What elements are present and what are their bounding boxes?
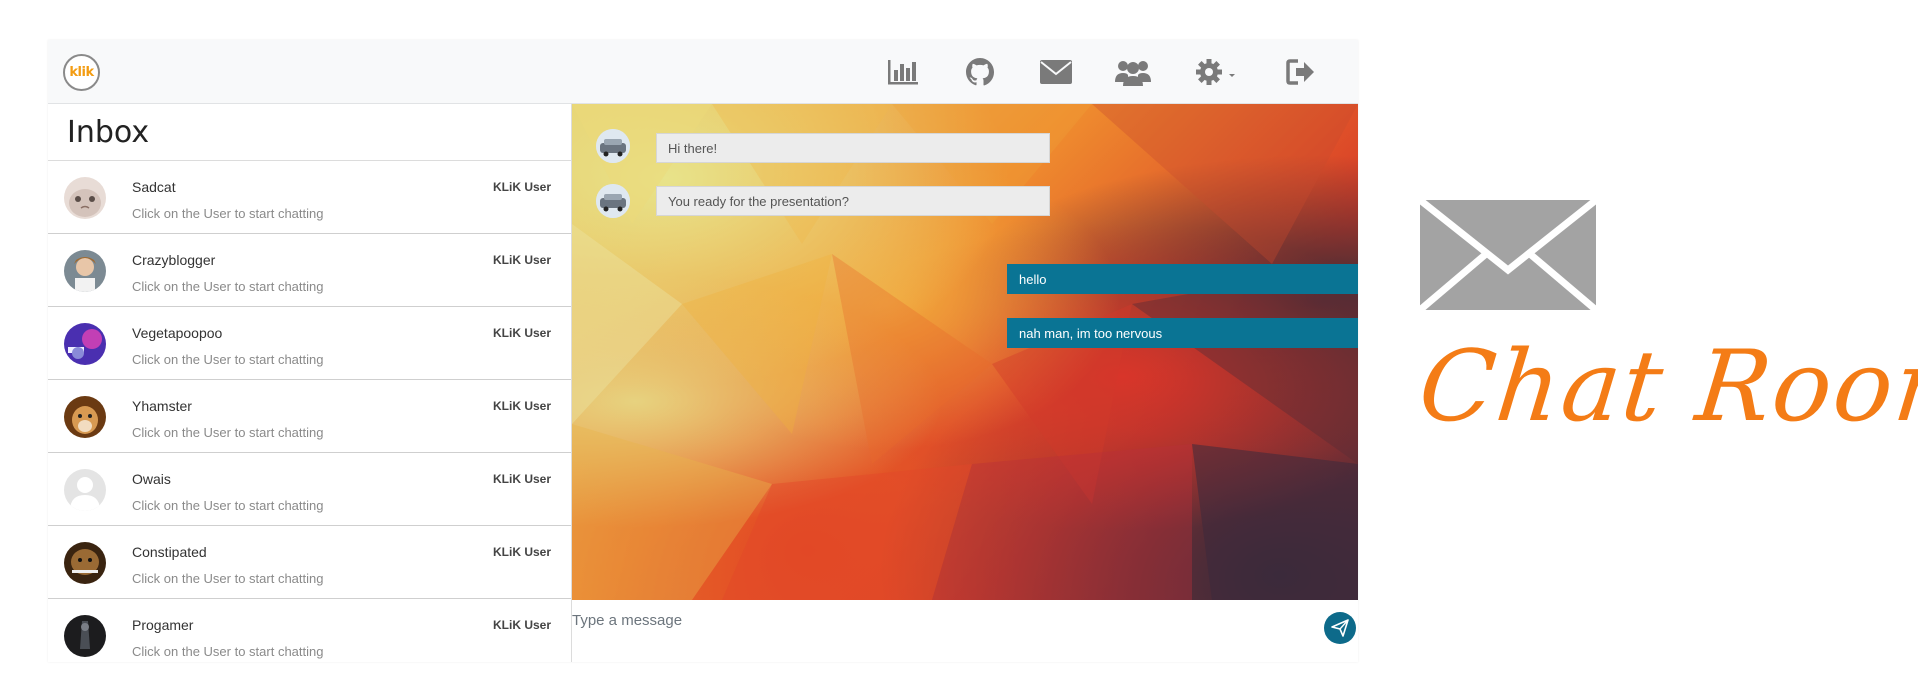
- user-badge: KLiK User: [492, 618, 551, 632]
- user-hint: Click on the User to start chatting: [132, 644, 324, 659]
- logo-text: klik: [69, 65, 94, 80]
- user-badge: KLiK User: [492, 253, 551, 267]
- avatar: [64, 542, 106, 584]
- avatar: [64, 469, 106, 511]
- user-list-item[interactable]: Progamer Click on the User to start chat…: [48, 599, 571, 662]
- user-badge: KLiK User: [492, 180, 551, 194]
- incoming-message: You ready for the presentation?: [656, 186, 1050, 216]
- chat-app-window: klik Inbox Sadcat Click on the User to s…: [48, 40, 1358, 662]
- chat-panel: Hi there! You ready for the presentation…: [572, 104, 1358, 600]
- user-badge: KLiK User: [492, 472, 551, 486]
- user-badge: KLiK User: [492, 545, 551, 559]
- user-hint: Click on the User to start chatting: [132, 206, 324, 221]
- github-icon[interactable]: [966, 54, 994, 90]
- avatar: [64, 323, 106, 365]
- sign-out-icon[interactable]: [1286, 54, 1316, 90]
- sender-avatar: [596, 129, 630, 163]
- envelope-icon: [1417, 197, 1599, 315]
- avatar: [64, 615, 106, 657]
- user-name: Owais: [132, 471, 171, 487]
- outgoing-message: hello: [1007, 264, 1358, 294]
- user-hint: Click on the User to start chatting: [132, 279, 324, 294]
- user-name: Vegetapoopoo: [132, 325, 223, 341]
- user-list-item[interactable]: Sadcat Click on the User to start chatti…: [48, 161, 571, 234]
- user-name: Crazyblogger: [132, 252, 216, 268]
- user-hint: Click on the User to start chatting: [132, 352, 324, 367]
- paper-plane-icon: [1331, 619, 1349, 637]
- user-name: Constipated: [132, 544, 207, 560]
- envelope-icon[interactable]: [1040, 54, 1072, 90]
- avatar: [64, 250, 106, 292]
- top-navbar: klik: [48, 40, 1358, 104]
- send-button[interactable]: [1324, 612, 1356, 644]
- user-badge: KLiK User: [492, 399, 551, 413]
- user-list-item[interactable]: Constipated Click on the User to start c…: [48, 526, 571, 599]
- inbox-title: Inbox: [48, 104, 571, 161]
- user-name: Sadcat: [132, 179, 176, 195]
- background-pattern: [572, 104, 1358, 600]
- user-list-item[interactable]: Owais Click on the User to start chattin…: [48, 453, 571, 526]
- message-composer: [572, 600, 1358, 662]
- sender-avatar: [596, 184, 630, 218]
- app-logo[interactable]: klik: [63, 54, 100, 91]
- inbox-sidebar: Inbox Sadcat Click on the User to start …: [48, 104, 572, 662]
- bar-chart-icon[interactable]: [886, 54, 920, 90]
- message-input[interactable]: [572, 608, 1292, 632]
- user-list-item[interactable]: Yhamster Click on the User to start chat…: [48, 380, 571, 453]
- user-name: Yhamster: [132, 398, 192, 414]
- users-icon[interactable]: [1115, 54, 1151, 90]
- incoming-message: Hi there!: [656, 133, 1050, 163]
- user-hint: Click on the User to start chatting: [132, 425, 324, 440]
- user-hint: Click on the User to start chatting: [132, 571, 324, 586]
- user-list-item[interactable]: Vegetapoopoo Click on the User to start …: [48, 307, 571, 380]
- avatar: [64, 177, 106, 219]
- user-name: Progamer: [132, 617, 194, 633]
- gear-icon[interactable]: [1195, 54, 1239, 90]
- avatar: [64, 396, 106, 438]
- outgoing-message: nah man, im too nervous: [1007, 318, 1358, 348]
- user-hint: Click on the User to start chatting: [132, 498, 324, 513]
- user-list-item[interactable]: Crazyblogger Click on the User to start …: [48, 234, 571, 307]
- user-badge: KLiK User: [492, 326, 551, 340]
- promo-title: Chat Room: [1414, 330, 1918, 444]
